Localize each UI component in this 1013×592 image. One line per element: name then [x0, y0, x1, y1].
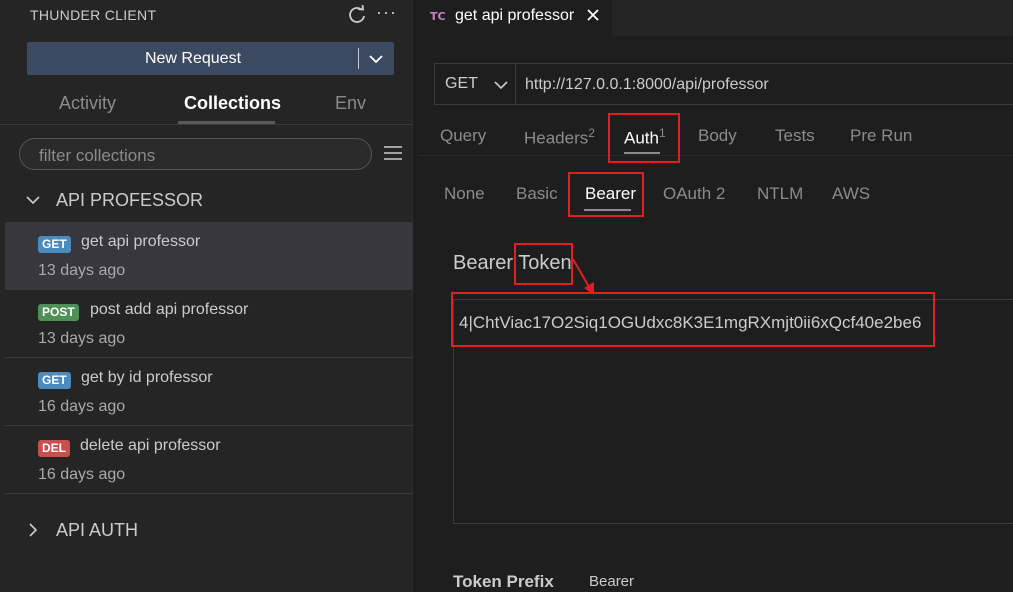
- count-badge: 1: [658, 126, 666, 140]
- active-tab-indicator: [624, 152, 660, 154]
- token-value: 4|ChtViac17O2Siq1OGUdxc8K3E1mgRXmjt0ii6x…: [459, 313, 922, 332]
- active-tab-indicator: [584, 209, 631, 211]
- method-badge: DEL: [38, 440, 70, 457]
- chevron-right-icon: [29, 523, 38, 537]
- collection-name: API AUTH: [56, 520, 139, 540]
- tab-query[interactable]: Query: [440, 126, 486, 146]
- auth-tab-oauth2[interactable]: OAuth 2: [663, 184, 725, 204]
- method-badge: POST: [38, 304, 79, 321]
- request-item[interactable]: POST post add api professor 13 days ago: [5, 290, 413, 358]
- thunder-client-icon: TC: [430, 10, 446, 23]
- collection-name: API PROFESSOR: [56, 190, 204, 210]
- request-name: delete api professor: [80, 437, 221, 454]
- method-badge: GET: [38, 236, 71, 253]
- request-item[interactable]: DEL delete api professor 16 days ago: [5, 426, 413, 494]
- request-time: 13 days ago: [38, 262, 126, 279]
- url-input[interactable]: http://127.0.0.1:8000/api/professor: [515, 63, 1013, 105]
- request-name: post add api professor: [90, 301, 249, 318]
- url-value: http://127.0.0.1:8000/api/professor: [525, 76, 769, 93]
- tab-activity[interactable]: Activity: [59, 93, 116, 114]
- auth-tab-aws[interactable]: AWS: [832, 184, 870, 204]
- tab-collections[interactable]: Collections: [184, 93, 281, 114]
- sidebar-title: THUNDER CLIENT: [30, 7, 157, 23]
- request-tabs: Query Headers2 Auth1 Body Tests Pre Run: [418, 118, 1013, 156]
- new-request-button[interactable]: New Request: [27, 42, 394, 75]
- tab-auth[interactable]: Auth1: [624, 126, 666, 149]
- editor-tab[interactable]: TC get api professor: [418, 0, 612, 36]
- refresh-icon[interactable]: [347, 4, 367, 26]
- new-request-label: New Request: [144, 50, 242, 67]
- chevron-down-icon[interactable]: [367, 50, 385, 68]
- request-item[interactable]: GET get api professor 13 days ago: [5, 222, 413, 290]
- tab-body[interactable]: Body: [698, 126, 737, 146]
- auth-tab-ntlm[interactable]: NTLM: [757, 184, 803, 204]
- divider: [358, 48, 359, 69]
- sidebar-tabs: Activity Collections Env: [0, 85, 413, 125]
- filter-placeholder: filter collections: [39, 146, 156, 165]
- token-prefix-label: Token Prefix: [453, 572, 554, 591]
- tab-env[interactable]: Env: [335, 93, 366, 114]
- more-actions-icon[interactable]: ···: [376, 2, 397, 23]
- request-panel: TC get api professor GET http://127.0.0.…: [418, 0, 1013, 592]
- request-time: 16 days ago: [38, 466, 126, 483]
- tab-tests[interactable]: Tests: [775, 126, 815, 146]
- tab-pre-run[interactable]: Pre Run: [850, 126, 912, 146]
- method-value: GET: [445, 75, 478, 92]
- menu-icon[interactable]: [384, 146, 402, 160]
- chevron-down-icon: [26, 196, 40, 205]
- collection-api-professor[interactable]: API PROFESSOR: [0, 180, 413, 220]
- active-tab-indicator: [178, 121, 275, 124]
- request-time: 13 days ago: [38, 330, 126, 347]
- tab-headers[interactable]: Headers2: [524, 126, 595, 149]
- auth-tab-none[interactable]: None: [444, 184, 485, 204]
- sidebar: THUNDER CLIENT ··· New Request Activity …: [0, 0, 413, 592]
- request-name: get by id professor: [81, 369, 213, 386]
- bearer-token-input[interactable]: 4|ChtViac17O2Siq1OGUdxc8K3E1mgRXmjt0ii6x…: [453, 299, 1013, 524]
- filter-collections-input[interactable]: filter collections: [19, 138, 372, 170]
- method-select[interactable]: GET: [434, 63, 516, 105]
- token-prefix-value[interactable]: Bearer: [589, 573, 634, 590]
- close-icon[interactable]: [586, 8, 600, 22]
- count-badge: 2: [588, 126, 595, 140]
- chevron-down-icon: [494, 81, 508, 90]
- request-item[interactable]: GET get by id professor 16 days ago: [5, 358, 413, 426]
- tab-title: get api professor: [455, 7, 575, 24]
- auth-type-tabs: None Basic Bearer OAuth 2 NTLM AWS: [418, 178, 1013, 212]
- auth-tab-basic[interactable]: Basic: [516, 184, 558, 204]
- method-badge: GET: [38, 372, 71, 389]
- auth-tab-bearer[interactable]: Bearer: [585, 184, 636, 204]
- bearer-token-label: Bearer Token: [453, 252, 572, 274]
- request-name: get api professor: [81, 233, 201, 250]
- editor-tabbar: TC get api professor: [418, 0, 1013, 36]
- request-time: 16 days ago: [38, 398, 126, 415]
- collection-api-auth[interactable]: API AUTH: [0, 510, 413, 550]
